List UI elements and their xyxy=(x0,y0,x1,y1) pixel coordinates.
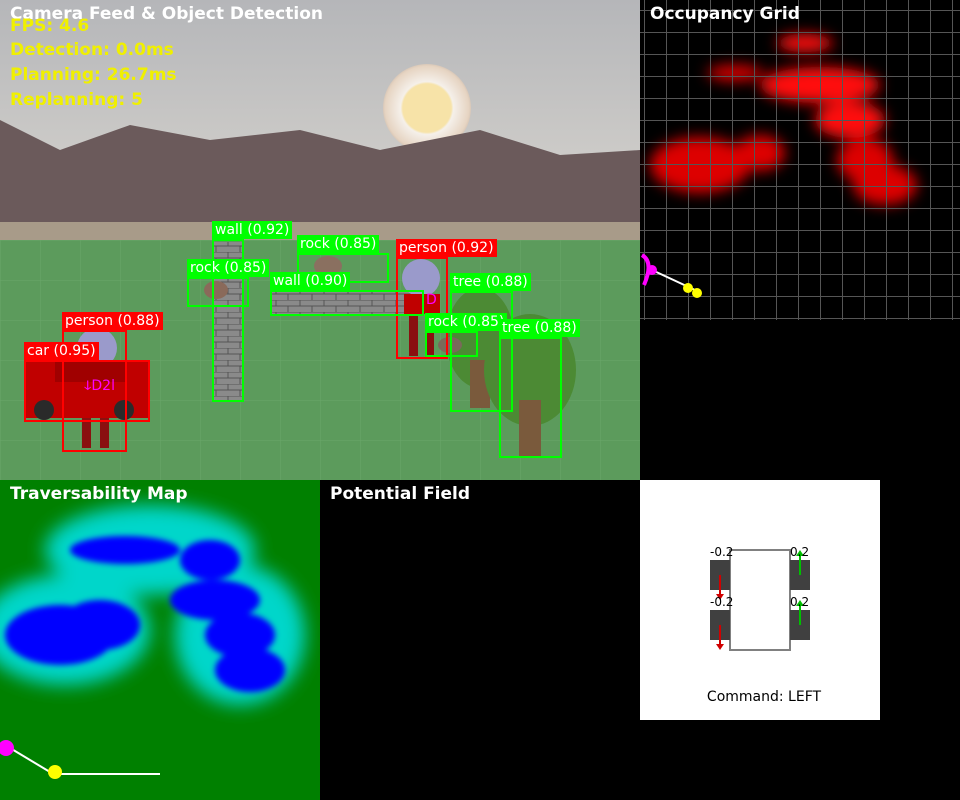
detection-label: car (0.95) xyxy=(24,342,99,360)
detection-box-rock: rock (0.85) xyxy=(187,259,270,307)
goal-marker xyxy=(48,765,62,779)
detection-label: rock (0.85) xyxy=(187,259,270,277)
traversability-map-title: Traversability Map xyxy=(10,484,188,504)
robot-diagram: -0.2 0.2 -0.2 0.2 Command: LEFT xyxy=(707,545,822,705)
detection-time-readout: Detection: 0.0ms xyxy=(10,40,174,60)
robot-marker xyxy=(647,265,657,275)
occupancy-grid-canvas xyxy=(640,0,960,320)
detection-box-rock: rock (0.85) xyxy=(425,313,508,357)
occupancy-grid-title: Occupancy Grid xyxy=(650,4,800,24)
detection-box-car: car (0.95) xyxy=(24,342,150,422)
potential-field-title: Potential Field xyxy=(330,484,471,504)
detection-label: rock (0.85) xyxy=(425,313,508,331)
wheel-value-front-left: -0.2 xyxy=(710,545,733,559)
potential-field-panel: Potential Field xyxy=(320,480,640,800)
command-readout: Command: LEFT xyxy=(707,689,822,705)
camera-panel: ↆD2l D wall (0.92) rock (0.85) person (0… xyxy=(0,0,640,480)
traversability-canvas xyxy=(0,505,305,779)
detection-box-wall: wall (0.90) xyxy=(270,272,424,316)
detection-label: person (0.88) xyxy=(62,312,163,330)
traversability-map-panel: Traversability Map xyxy=(0,480,320,800)
detection-label: wall (0.90) xyxy=(270,272,351,290)
replanning-count-readout: Replanning: 5 xyxy=(10,90,143,110)
detection-label: person (0.92) xyxy=(396,239,497,257)
detection-label: wall (0.92) xyxy=(212,221,293,239)
wheel-value-rear-right: 0.2 xyxy=(790,595,809,609)
robot-marker xyxy=(0,740,14,756)
detection-label: tree (0.88) xyxy=(450,273,531,291)
goal-marker xyxy=(683,283,693,293)
fps-readout: FPS: 4.6 xyxy=(10,16,90,36)
path-line xyxy=(9,747,51,773)
planning-time-readout: Planning: 26.7ms xyxy=(10,65,177,85)
detection-label: tree (0.88) xyxy=(499,319,580,337)
occupancy-grid-panel: Occupancy Grid xyxy=(640,0,960,480)
goal-marker xyxy=(692,288,702,298)
wheel-value-rear-left: -0.2 xyxy=(710,595,733,609)
robot-command-panel: -0.2 0.2 -0.2 0.2 Command: LEFT xyxy=(640,480,880,720)
wheel-value-front-right: 0.2 xyxy=(790,545,809,559)
wheel-velocity-arrow xyxy=(716,644,724,650)
detection-box-tree: tree (0.88) xyxy=(499,319,580,458)
robot-body xyxy=(729,549,791,651)
detection-label: rock (0.85) xyxy=(297,235,380,253)
